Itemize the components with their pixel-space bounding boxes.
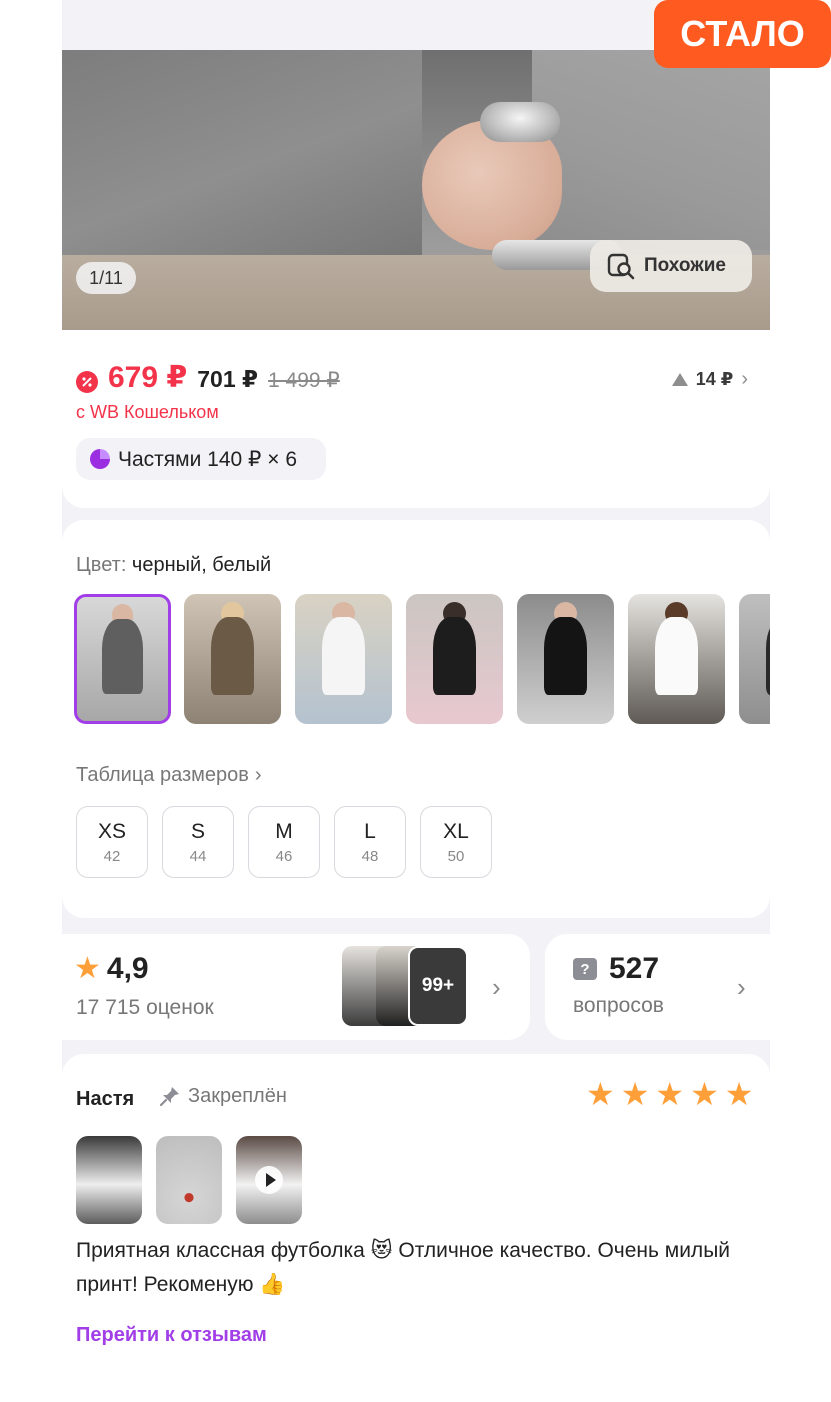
- size-table-link[interactable]: Таблица размеров ›: [76, 764, 262, 787]
- review-photo[interactable]: [76, 1136, 142, 1224]
- rating-summary: ★ 4,9: [74, 952, 149, 986]
- arrow-up-icon: [671, 373, 688, 386]
- color-thumb[interactable]: [739, 594, 770, 724]
- size-option[interactable]: XS 42: [76, 806, 148, 878]
- pinned-tag: Закреплён: [158, 1084, 287, 1108]
- size-option[interactable]: XL 50: [420, 806, 492, 878]
- installments-label: Частями 140 ₽ × 6: [118, 447, 298, 471]
- size-number: 48: [361, 847, 379, 865]
- chevron-right-icon: ›: [741, 368, 748, 390]
- size-option[interactable]: S 44: [162, 806, 234, 878]
- review-photo[interactable]: [156, 1136, 222, 1224]
- chevron-right-icon: ›: [492, 972, 501, 1002]
- price-delta[interactable]: 14 ₽ ›: [671, 368, 748, 391]
- color-thumb[interactable]: [184, 594, 281, 724]
- thumb-shirt: [102, 619, 143, 694]
- size-number: 42: [103, 847, 121, 865]
- size-name: M: [275, 819, 293, 843]
- color-thumbnails: [74, 594, 770, 726]
- review-stars: ★ ★ ★ ★ ★: [586, 1078, 753, 1110]
- questions-count: 527: [609, 952, 660, 985]
- size-name: XL: [443, 819, 469, 843]
- wallet-label: с WB Кошельком: [76, 402, 219, 422]
- question-bubble-icon: ?: [573, 958, 597, 980]
- photo-jeans-right: [532, 50, 770, 250]
- pinned-label: Закреплён: [188, 1084, 287, 1107]
- price-card: 679 ₽ 701 ₽ 1 499 ₽ 14 ₽ › с WB Кошелько…: [62, 330, 770, 508]
- price-row: 679 ₽ 701 ₽ 1 499 ₽: [76, 360, 340, 395]
- thumb-shirt: [211, 617, 254, 696]
- search-similar-icon: [607, 253, 635, 280]
- color-label-key: Цвет:: [76, 554, 127, 576]
- questions-label: вопросов: [573, 994, 664, 1017]
- color-label-value: черный, белый: [126, 554, 272, 576]
- star-icon: ★: [724, 1076, 754, 1112]
- chevron-right-icon: ›: [254, 764, 262, 786]
- star-icon: ★: [690, 1076, 719, 1112]
- questions-summary: ? 527: [573, 952, 659, 986]
- size-name: XS: [97, 819, 126, 843]
- review-text: Приятная классная футболка 😻 Отличное ка…: [76, 1239, 731, 1296]
- color-label: Цвет: черный, белый: [76, 554, 271, 577]
- thumb-shirt: [322, 617, 365, 696]
- size-selector: XS 42 S 44 M 46 L 48 XL 50: [76, 806, 492, 878]
- thumb-shirt: [544, 617, 587, 696]
- photo-counter: 1/11: [76, 262, 136, 294]
- questions-card[interactable]: ? 527 вопросов ›: [545, 934, 770, 1040]
- wallet-discount-icon: [76, 371, 98, 393]
- color-thumb[interactable]: [74, 594, 171, 724]
- rating-card[interactable]: ★ 4,9 17 715 оценок 99+ ›: [62, 934, 530, 1040]
- size-name: L: [364, 819, 376, 843]
- star-icon: ★: [74, 952, 101, 985]
- star-icon: ★: [620, 1076, 650, 1112]
- options-card: Цвет: черный, белый Таблица размеров › X…: [62, 520, 770, 918]
- size-table-label: Таблица размеров: [76, 764, 249, 786]
- review-photos: [76, 1136, 302, 1224]
- review-video[interactable]: [236, 1136, 302, 1224]
- size-option[interactable]: M 46: [248, 806, 320, 878]
- thumb-shirt: [655, 617, 698, 696]
- rating-count: 17 715 оценок: [76, 996, 214, 1019]
- pin-icon: [159, 1087, 179, 1107]
- thumb-shirt: [766, 617, 770, 696]
- price-regular: 701 ₽: [197, 366, 259, 392]
- rating-value: 4,9: [106, 952, 149, 985]
- color-thumb[interactable]: [628, 594, 725, 724]
- size-name: S: [190, 819, 205, 843]
- star-icon: ★: [586, 1076, 615, 1112]
- go-to-reviews-link[interactable]: Перейти к отзывам: [76, 1324, 267, 1347]
- star-icon: ★: [655, 1076, 685, 1112]
- price-delta-value: 14 ₽: [695, 369, 734, 389]
- color-thumb[interactable]: [517, 594, 614, 724]
- installments-button[interactable]: Частями 140 ₽ × 6: [76, 438, 326, 480]
- review-card: Настя Закреплён ★ ★ ★ ★ ★ Приятная класс…: [62, 1054, 770, 1402]
- similar-label: Похожие: [644, 255, 726, 276]
- size-number: 50: [447, 847, 465, 865]
- review-author: Настя: [76, 1088, 135, 1110]
- review-photos-preview[interactable]: 99+: [342, 946, 470, 1026]
- chevron-right-icon: ›: [737, 972, 746, 1002]
- photo-bracelet: [480, 102, 560, 142]
- pie-icon: [90, 449, 110, 469]
- size-number: 46: [275, 847, 293, 865]
- thumb-shirt: [433, 617, 476, 696]
- size-number: 44: [189, 847, 207, 865]
- play-icon: [255, 1166, 283, 1194]
- price-crossed: 1 499 ₽: [268, 369, 340, 392]
- size-option[interactable]: L 48: [334, 806, 406, 878]
- more-photos-badge: 99+: [408, 946, 468, 1026]
- price-wallet: 679 ₽: [108, 361, 188, 394]
- color-thumb[interactable]: [295, 594, 392, 724]
- similar-button[interactable]: Похожие: [590, 240, 752, 292]
- stalo-badge: СТАЛО: [654, 0, 831, 68]
- color-thumb[interactable]: [406, 594, 503, 724]
